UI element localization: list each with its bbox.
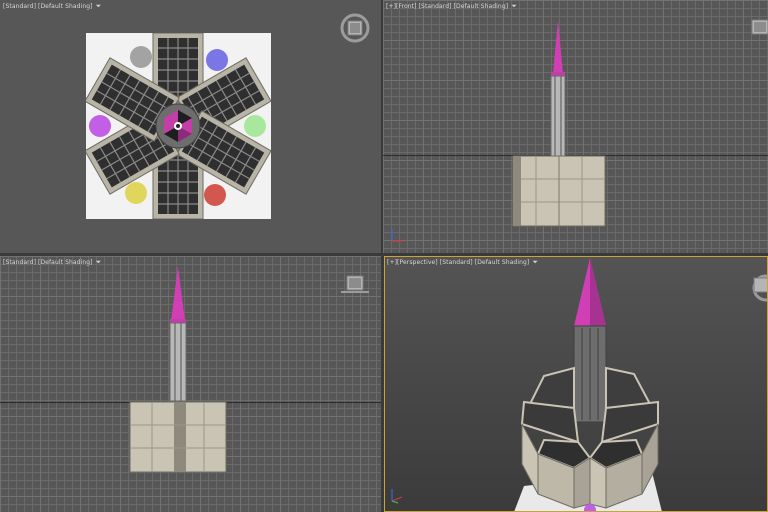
- axis-icon: [391, 229, 403, 242]
- color-marker-blue: [206, 49, 228, 71]
- model-top-view[interactable]: [86, 33, 271, 219]
- color-marker-green: [244, 115, 266, 137]
- viewport-label[interactable]: [+][Front] [Standard] [Default Shading] ⏷: [386, 2, 517, 11]
- viewcube-icon[interactable]: [744, 274, 768, 304]
- model-side-view[interactable]: [128, 266, 228, 476]
- model-perspective-view[interactable]: [514, 258, 662, 512]
- color-marker-gray: [130, 46, 152, 68]
- viewport-side[interactable]: [Standard] [Default Shading] ⏷: [0, 256, 381, 512]
- axis-icon: [391, 489, 403, 504]
- viewcube-icon[interactable]: [340, 274, 370, 296]
- funnel-icon[interactable]: ⏷: [96, 258, 102, 266]
- color-marker-red: [204, 184, 226, 206]
- viewcube-icon[interactable]: [748, 16, 768, 36]
- viewcube-icon[interactable]: [338, 11, 372, 45]
- viewport-perspective[interactable]: [+][Perspective] [Standard] [Default Sha…: [384, 256, 768, 512]
- model-front-view[interactable]: [511, 20, 607, 232]
- viewport-top[interactable]: [Standard] [Default Shading] ⏷: [0, 0, 381, 253]
- viewport-front[interactable]: [+][Front] [Standard] [Default Shading] ⏷: [383, 0, 768, 253]
- viewport-label[interactable]: [Standard] [Default Shading] ⏷: [3, 2, 101, 11]
- viewport-label[interactable]: [Standard] [Default Shading] ⏷: [3, 258, 101, 267]
- funnel-icon[interactable]: ⏷: [96, 2, 102, 10]
- color-marker-purple: [89, 115, 111, 137]
- color-marker-yellow: [125, 182, 147, 204]
- funnel-icon[interactable]: ⏷: [511, 2, 517, 10]
